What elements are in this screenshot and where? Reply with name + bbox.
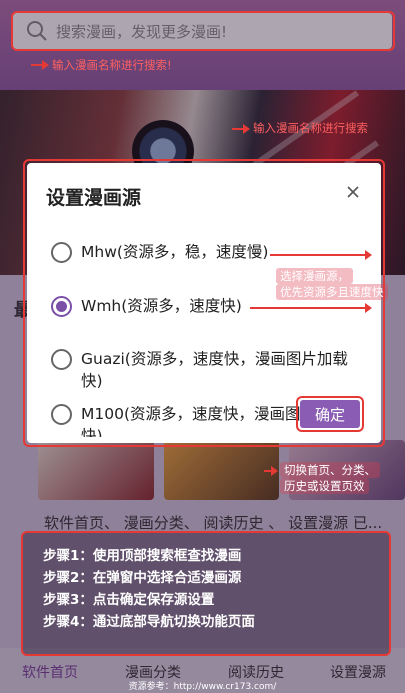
- step-2: 步骤2：在弹窗中选择合适漫画源: [43, 570, 242, 586]
- dialog-title: 设置漫画源: [46, 187, 142, 209]
- confirm-button[interactable]: 确定: [300, 400, 360, 428]
- option-label: Mhw(资源多，稳，速度慢): [81, 243, 269, 261]
- confirm-annotation-box: 切换首页、分类、 历史或设置页效: [280, 462, 380, 494]
- radio-button[interactable]: [51, 242, 72, 263]
- annotation-arrow: [270, 250, 372, 260]
- step-4: 步骤4：通过底部导航切换功能页面: [43, 614, 255, 630]
- radio-button[interactable]: [51, 349, 72, 370]
- confirm-annotation-1: 切换首页、分类、: [280, 462, 380, 478]
- source-option-guazi[interactable]: Guazi(资源多，速度快，漫画图片加载快): [51, 348, 361, 392]
- source-option-mhw[interactable]: Mhw(资源多，稳，速度慢): [51, 241, 361, 263]
- radio-button-checked[interactable]: [51, 296, 72, 317]
- step-3: 步骤3：点击确定保存源设置: [43, 592, 215, 608]
- annotation-arrow: [31, 60, 49, 70]
- step-1: 步骤1：使用顶部搜索框查找漫画: [43, 548, 242, 564]
- annotation-arrow: [250, 303, 372, 313]
- close-icon[interactable]: [346, 185, 360, 199]
- annotation-arrow: [232, 124, 250, 134]
- radio-button[interactable]: [51, 404, 72, 425]
- search-highlight: [11, 11, 395, 51]
- annotation-arrow: [264, 466, 278, 476]
- confirm-annotation-2: 历史或设置页效: [280, 478, 369, 494]
- source-footer: 资源参考：http://www.cr173.com/: [128, 682, 277, 692]
- option-label: Guazi(资源多，速度快，漫画图片加载快): [81, 350, 348, 390]
- source-annotation-2: 优先资源多且速度快: [276, 284, 388, 300]
- steps-panel: 步骤1：使用顶部搜索框查找漫画 步骤2：在弹窗中选择合适漫画源 步骤3：点击确定…: [21, 531, 391, 656]
- source-annotation-1: 选择漫画源，: [276, 268, 353, 284]
- search-annotation: 输入漫画名称进行搜索!: [52, 58, 172, 72]
- source-annotation-box: 选择漫画源， 优先资源多且速度快: [276, 268, 388, 300]
- banner-annotation: 输入漫画名称进行搜索: [253, 121, 368, 135]
